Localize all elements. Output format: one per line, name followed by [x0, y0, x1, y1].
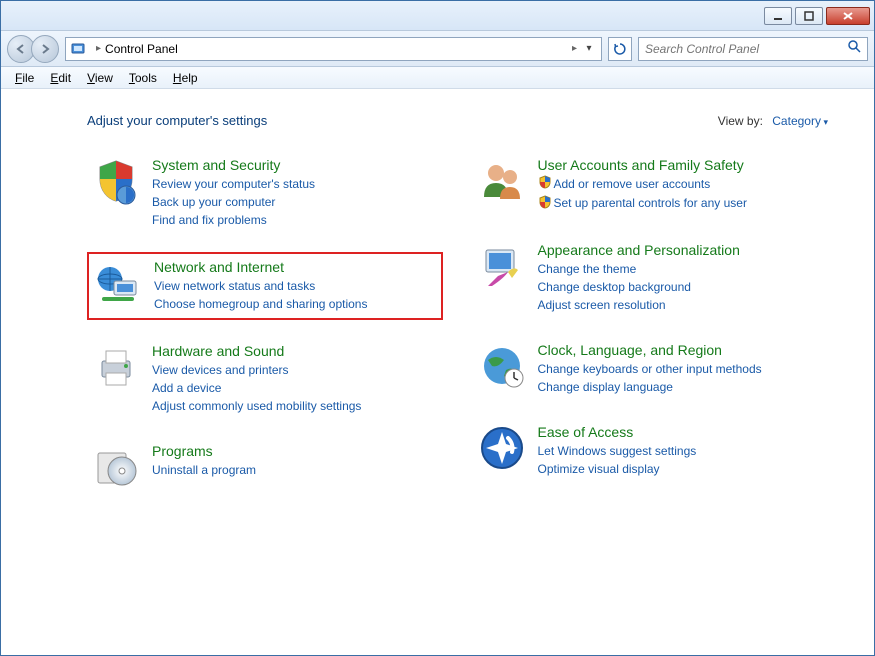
ease-icon [478, 424, 526, 472]
category-clock-language-and-region: Clock, Language, and Region Change keyboa… [473, 337, 829, 401]
category-link[interactable]: Choose homegroup and sharing options [154, 295, 367, 313]
right-column: User Accounts and Family Safety Add or re… [473, 152, 829, 514]
category-link[interactable]: Add a device [152, 379, 361, 397]
left-column: System and Security Review your computer'… [87, 152, 443, 514]
globe-icon [478, 342, 526, 390]
search-input[interactable] [645, 42, 847, 56]
category-user-accounts-and-family-safety: User Accounts and Family Safety Add or re… [473, 152, 829, 219]
menu-help[interactable]: Help [165, 69, 206, 87]
breadcrumb-sep-icon: ▸ [572, 43, 577, 54]
category-hardware-and-sound: Hardware and Sound View devices and print… [87, 338, 443, 420]
menu-file[interactable]: File [7, 69, 42, 87]
category-link[interactable]: Back up your computer [152, 193, 315, 211]
view-by-dropdown[interactable]: Category [772, 114, 828, 128]
window-titlebar [1, 1, 874, 31]
category-system-and-security: System and Security Review your computer'… [87, 152, 443, 234]
category-link[interactable]: Let Windows suggest settings [538, 442, 697, 460]
category-link[interactable]: Optimize visual display [538, 460, 697, 478]
category-title[interactable]: Programs [152, 443, 256, 459]
page-title: Adjust your computer's settings [87, 113, 267, 128]
category-link[interactable]: Add or remove user accounts [538, 175, 747, 194]
category-programs: Programs Uninstall a program [87, 438, 443, 496]
breadcrumb-sep-icon: ▸ [96, 43, 101, 54]
category-link[interactable]: Set up parental controls for any user [538, 194, 747, 213]
category-title[interactable]: Hardware and Sound [152, 343, 361, 359]
forward-button[interactable] [31, 35, 59, 63]
users-icon [478, 157, 526, 205]
refresh-button[interactable] [608, 37, 632, 61]
breadcrumb-item[interactable]: Control Panel [105, 42, 568, 56]
category-link[interactable]: Adjust commonly used mobility settings [152, 397, 361, 415]
appearance-icon [478, 242, 526, 290]
category-title[interactable]: System and Security [152, 157, 315, 173]
search-box[interactable] [638, 37, 868, 61]
category-link[interactable]: Adjust screen resolution [538, 296, 740, 314]
category-title[interactable]: Clock, Language, and Region [538, 342, 762, 358]
menu-bar: File Edit View Tools Help [1, 67, 874, 89]
network-icon [94, 259, 142, 307]
category-network-and-internet: Network and Internet View network status … [87, 252, 443, 320]
shield-icon [92, 157, 140, 205]
category-link[interactable]: Change keyboards or other input methods [538, 360, 762, 378]
menu-edit[interactable]: Edit [42, 69, 79, 87]
printer-icon [92, 343, 140, 391]
shield-small-icon [538, 175, 552, 194]
category-title[interactable]: Ease of Access [538, 424, 697, 440]
content-area: Adjust your computer's settings View by:… [1, 89, 874, 524]
category-link[interactable]: View network status and tasks [154, 277, 367, 295]
minimize-button[interactable] [764, 7, 792, 25]
view-by-label: View by: [718, 114, 763, 128]
category-link[interactable]: Change the theme [538, 260, 740, 278]
category-appearance-and-personalization: Appearance and Personalization Change the… [473, 237, 829, 319]
category-link[interactable]: Find and fix problems [152, 211, 315, 229]
address-dropdown[interactable]: ▾ [581, 43, 597, 54]
category-title[interactable]: User Accounts and Family Safety [538, 157, 747, 173]
address-bar-row: ▸ Control Panel ▸ ▾ [1, 31, 874, 67]
category-link[interactable]: Change desktop background [538, 278, 740, 296]
category-link[interactable]: Uninstall a program [152, 461, 256, 479]
menu-tools[interactable]: Tools [121, 69, 165, 87]
view-by: View by: Category [718, 114, 828, 128]
maximize-button[interactable] [795, 7, 823, 25]
shield-small-icon [538, 195, 552, 214]
address-bar[interactable]: ▸ Control Panel ▸ ▾ [65, 37, 602, 61]
control-panel-icon [70, 41, 86, 57]
category-title[interactable]: Network and Internet [154, 259, 367, 275]
category-link[interactable]: Change display language [538, 378, 762, 396]
menu-view[interactable]: View [79, 69, 121, 87]
close-button[interactable] [826, 7, 870, 25]
category-link[interactable]: Review your computer's status [152, 175, 315, 193]
category-title[interactable]: Appearance and Personalization [538, 242, 740, 258]
search-icon [847, 39, 861, 58]
disc-icon [92, 443, 140, 491]
category-ease-of-access: Ease of Access Let Windows suggest settin… [473, 419, 829, 483]
category-link[interactable]: View devices and printers [152, 361, 361, 379]
